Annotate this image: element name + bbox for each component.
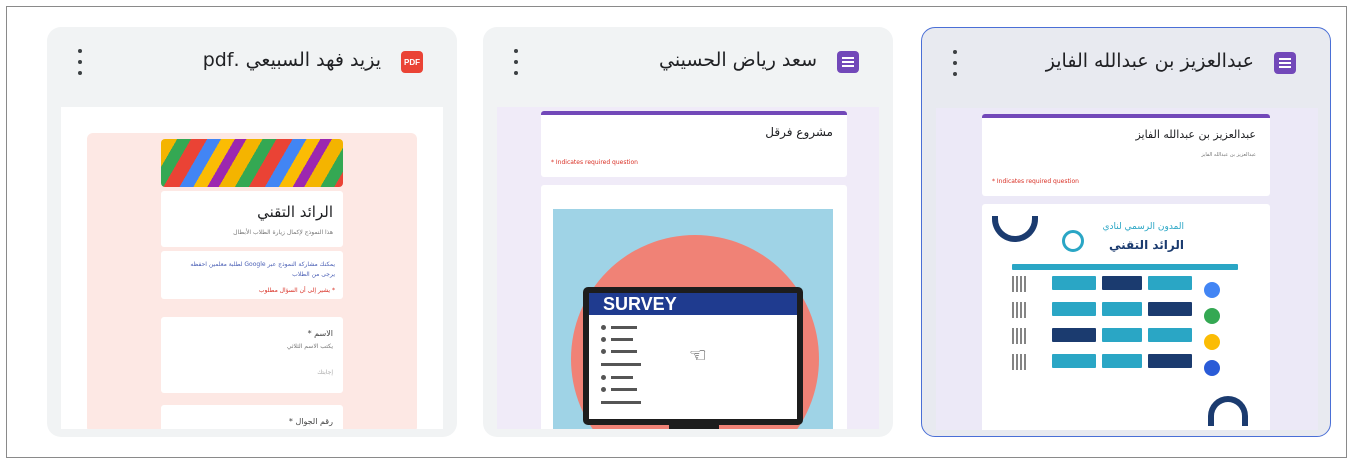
form-heading: الرائد التقني: [257, 203, 333, 221]
file-title: يزيد فهد السبيعي .pdf: [202, 49, 381, 71]
form-note: يمكنك مشاركة النموذج عبر Google لطلبة مع…: [190, 261, 335, 268]
question-box-1: الاسم * يكتب الاسم الثلاثي إجابتك: [161, 317, 343, 393]
form-header-box: الرائد التقني هذا النموذج لإكمال زيارة ا…: [161, 191, 343, 247]
question-hint: يكتب الاسم الثلاثي: [286, 343, 333, 350]
file-preview[interactable]: الرائد التقني هذا النموذج لإكمال زيارة ا…: [61, 107, 443, 429]
poster-brand: الرائد التقني: [1108, 238, 1184, 252]
question-label: الاسم *: [307, 329, 333, 338]
question-label: رقم الجوال *: [288, 417, 333, 426]
form-subheading: عبدالعزيز بن عبدالله الفايز: [1201, 152, 1256, 158]
answer-placeholder: إجابتك: [317, 369, 333, 376]
form-header-box: عبدالعزيز بن عبدالله الفايز عبدالعزيز بن…: [982, 114, 1270, 196]
form-heading: مشروع فرقل: [765, 125, 833, 139]
pdf-icon: PDF: [401, 51, 423, 73]
more-options-icon[interactable]: [73, 49, 87, 75]
forms-icon: [837, 51, 859, 73]
required-note: * Indicates required question: [992, 178, 1079, 185]
file-preview[interactable]: مشروع فرقل * Indicates required question…: [497, 107, 879, 429]
form-header-box: مشروع فرقل * Indicates required question: [541, 111, 847, 177]
file-preview[interactable]: عبدالعزيز بن عبدالله الفايز عبدالعزيز بن…: [936, 108, 1318, 430]
file-grid: يزيد فهد السبيعي .pdf PDF الرائد التقني …: [6, 6, 1347, 458]
card-header: سعد رياض الحسيني: [483, 27, 893, 103]
poster-image: المدون الرسمي لنادي الرائد التقني: [982, 204, 1270, 430]
survey-word: SURVEY: [589, 293, 797, 315]
pointer-hand-icon: ☜: [689, 343, 707, 367]
card-header: عبدالعزيز بن عبدالله الفايز: [922, 28, 1330, 104]
file-card-pdf[interactable]: يزيد فهد السبيعي .pdf PDF الرائد التقني …: [47, 27, 457, 437]
file-title: عبدالعزيز بن عبدالله الفايز: [1045, 50, 1254, 72]
file-title: سعد رياض الحسيني: [659, 49, 817, 71]
question-box-2: رقم الجوال *: [161, 405, 343, 429]
survey-image: SURVEY ☜: [541, 185, 847, 429]
file-card-form-abdulaziz[interactable]: عبدالعزيز بن عبدالله الفايز عبدالعزيز بن…: [921, 27, 1331, 437]
form-heading: عبدالعزيز بن عبدالله الفايز: [1135, 128, 1256, 141]
required-note: * يشير إلى أن السؤال مطلوب: [258, 287, 335, 294]
card-header: يزيد فهد السبيعي .pdf PDF: [47, 27, 457, 103]
poster-title: المدون الرسمي لنادي: [1102, 222, 1184, 232]
file-card-form-saad[interactable]: سعد رياض الحسيني مشروع فرقل * Indicates …: [483, 27, 893, 437]
more-options-icon[interactable]: [509, 49, 523, 75]
form-note-box: يمكنك مشاركة النموذج عبر Google لطلبة مع…: [161, 251, 343, 299]
more-options-icon[interactable]: [948, 50, 962, 76]
monitor-illustration: SURVEY ☜: [583, 287, 803, 425]
required-note: * Indicates required question: [551, 159, 638, 166]
banner-image: [161, 139, 343, 187]
form-subtitle: هذا النموذج لإكمال زيارة الطلاب الأبطال: [233, 229, 333, 236]
forms-icon: [1274, 52, 1296, 74]
form-note-2: يرجى من الطلاب: [292, 271, 335, 278]
